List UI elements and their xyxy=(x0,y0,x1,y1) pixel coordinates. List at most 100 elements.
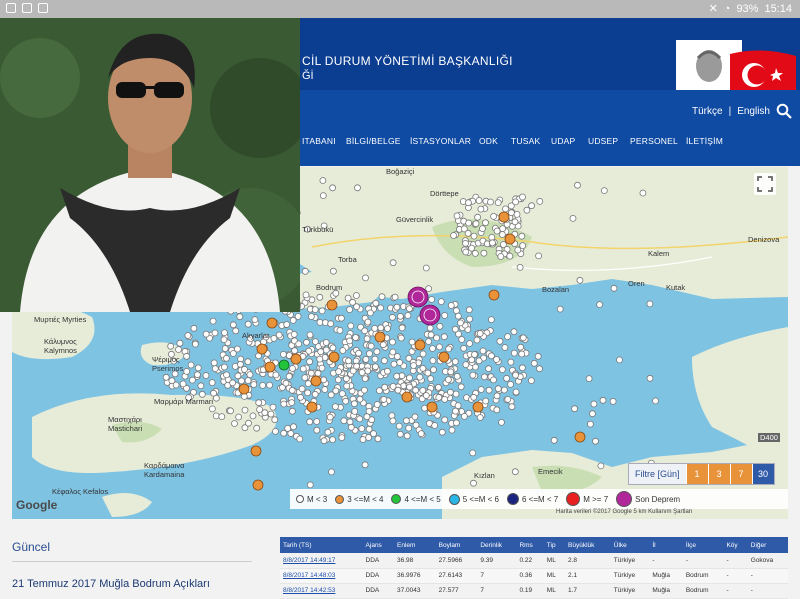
quake-marker[interactable] xyxy=(371,355,379,363)
quake-marker-m3[interactable] xyxy=(266,317,278,329)
quake-marker[interactable] xyxy=(536,198,544,205)
quake-marker[interactable] xyxy=(191,340,199,348)
quake-marker[interactable] xyxy=(494,385,502,393)
quake-marker[interactable] xyxy=(235,413,243,421)
quake-marker[interactable] xyxy=(528,202,535,210)
quake-marker[interactable] xyxy=(468,356,476,364)
quake-marker[interactable] xyxy=(452,407,459,415)
quake-marker[interactable] xyxy=(291,347,299,355)
menu-item-bilgi-belge[interactable]: BİLGİ/BELGE xyxy=(346,136,401,146)
quake-marker[interactable] xyxy=(236,313,244,321)
quake-marker[interactable] xyxy=(475,197,483,204)
quake-marker[interactable] xyxy=(349,367,357,375)
quake-marker[interactable] xyxy=(209,317,217,325)
quake-marker[interactable] xyxy=(306,358,314,366)
quake-marker[interactable] xyxy=(374,435,382,443)
quake-marker[interactable] xyxy=(487,198,494,206)
quake-marker[interactable] xyxy=(406,374,413,382)
table-cell-date-link[interactable]: 8/8/2017 14:42:53 xyxy=(280,583,363,599)
quake-marker[interactable] xyxy=(297,393,304,401)
quake-marker[interactable] xyxy=(221,329,228,337)
quake-marker[interactable] xyxy=(576,276,584,284)
quake-marker-m3[interactable] xyxy=(328,351,340,363)
quake-marker[interactable] xyxy=(220,363,228,371)
quake-marker[interactable] xyxy=(589,410,596,418)
quake-marker[interactable] xyxy=(337,314,345,322)
quake-marker[interactable] xyxy=(497,253,505,260)
quake-marker-m3[interactable] xyxy=(401,391,413,403)
quake-marker[interactable] xyxy=(378,293,386,301)
quake-marker[interactable] xyxy=(220,336,228,344)
quake-marker[interactable] xyxy=(511,218,519,226)
quake-marker[interactable] xyxy=(427,375,435,383)
quake-marker[interactable] xyxy=(304,380,312,388)
quake-marker-m3[interactable] xyxy=(264,361,276,373)
quake-marker[interactable] xyxy=(394,386,402,394)
col-header[interactable]: Köy xyxy=(723,537,748,553)
filter-1-day-button[interactable]: 1 xyxy=(685,464,708,484)
search-icon[interactable] xyxy=(776,103,792,119)
quake-marker[interactable] xyxy=(406,383,413,391)
quake-marker[interactable] xyxy=(229,379,237,387)
quake-marker[interactable] xyxy=(516,264,524,271)
quake-marker[interactable] xyxy=(501,344,509,351)
quake-marker[interactable] xyxy=(285,372,293,380)
quake-marker-m3[interactable] xyxy=(374,331,386,343)
quake-marker[interactable] xyxy=(298,385,306,393)
quake-marker[interactable] xyxy=(316,355,324,363)
quake-marker[interactable] xyxy=(208,405,216,413)
quake-marker[interactable] xyxy=(488,239,496,247)
quake-marker[interactable] xyxy=(306,418,314,426)
quake-marker-latest[interactable] xyxy=(419,304,441,326)
quake-marker[interactable] xyxy=(512,388,520,396)
quake-marker[interactable] xyxy=(313,426,321,434)
quake-marker[interactable] xyxy=(249,412,257,420)
quake-marker[interactable] xyxy=(371,363,379,371)
quake-marker[interactable] xyxy=(510,349,518,357)
quake-marker[interactable] xyxy=(518,350,526,358)
quake-marker[interactable] xyxy=(490,213,498,220)
quake-marker[interactable] xyxy=(587,420,594,428)
quake-marker[interactable] xyxy=(316,293,324,301)
quake-marker[interactable] xyxy=(482,219,489,227)
quake-marker[interactable] xyxy=(350,400,358,408)
col-header[interactable]: Enlem xyxy=(394,537,436,553)
quake-marker[interactable] xyxy=(503,374,511,382)
quake-marker[interactable] xyxy=(188,376,196,384)
quake-marker[interactable] xyxy=(345,357,352,365)
quake-marker[interactable] xyxy=(448,426,456,434)
quake-marker[interactable] xyxy=(416,373,424,381)
quake-marker[interactable] xyxy=(447,302,455,309)
quake-marker[interactable] xyxy=(405,305,413,313)
quake-marker[interactable] xyxy=(342,397,350,405)
quake-marker[interactable] xyxy=(460,225,468,233)
quake-marker[interactable] xyxy=(346,306,354,314)
quake-marker[interactable] xyxy=(411,413,419,421)
quake-marker[interactable] xyxy=(313,418,321,425)
quake-marker[interactable] xyxy=(367,342,375,350)
quake-marker[interactable] xyxy=(452,307,460,315)
quake-marker[interactable] xyxy=(518,364,526,372)
quake-marker[interactable] xyxy=(388,313,396,321)
quake-marker[interactable] xyxy=(172,381,180,389)
quake-marker[interactable] xyxy=(372,299,380,307)
quake-marker[interactable] xyxy=(457,383,465,391)
quake-marker[interactable] xyxy=(438,428,446,436)
lang-english-link[interactable]: English xyxy=(737,106,770,117)
quake-marker[interactable] xyxy=(354,184,361,192)
quake-marker[interactable] xyxy=(466,340,474,347)
quake-marker[interactable] xyxy=(324,428,332,436)
quake-marker[interactable] xyxy=(290,330,298,338)
quake-marker[interactable] xyxy=(218,413,226,421)
quake-marker[interactable] xyxy=(511,468,519,476)
quake-marker[interactable] xyxy=(502,205,509,213)
quake-marker[interactable] xyxy=(211,329,219,337)
quake-marker[interactable] xyxy=(179,380,187,388)
menu-item-tusak[interactable]: TUSAK xyxy=(511,136,540,146)
quake-marker[interactable] xyxy=(241,365,248,373)
quake-marker[interactable] xyxy=(487,352,495,360)
quake-marker[interactable] xyxy=(223,371,230,379)
quake-marker[interactable] xyxy=(322,346,330,354)
quake-marker[interactable] xyxy=(646,374,654,382)
quake-marker-m3[interactable] xyxy=(252,479,264,491)
